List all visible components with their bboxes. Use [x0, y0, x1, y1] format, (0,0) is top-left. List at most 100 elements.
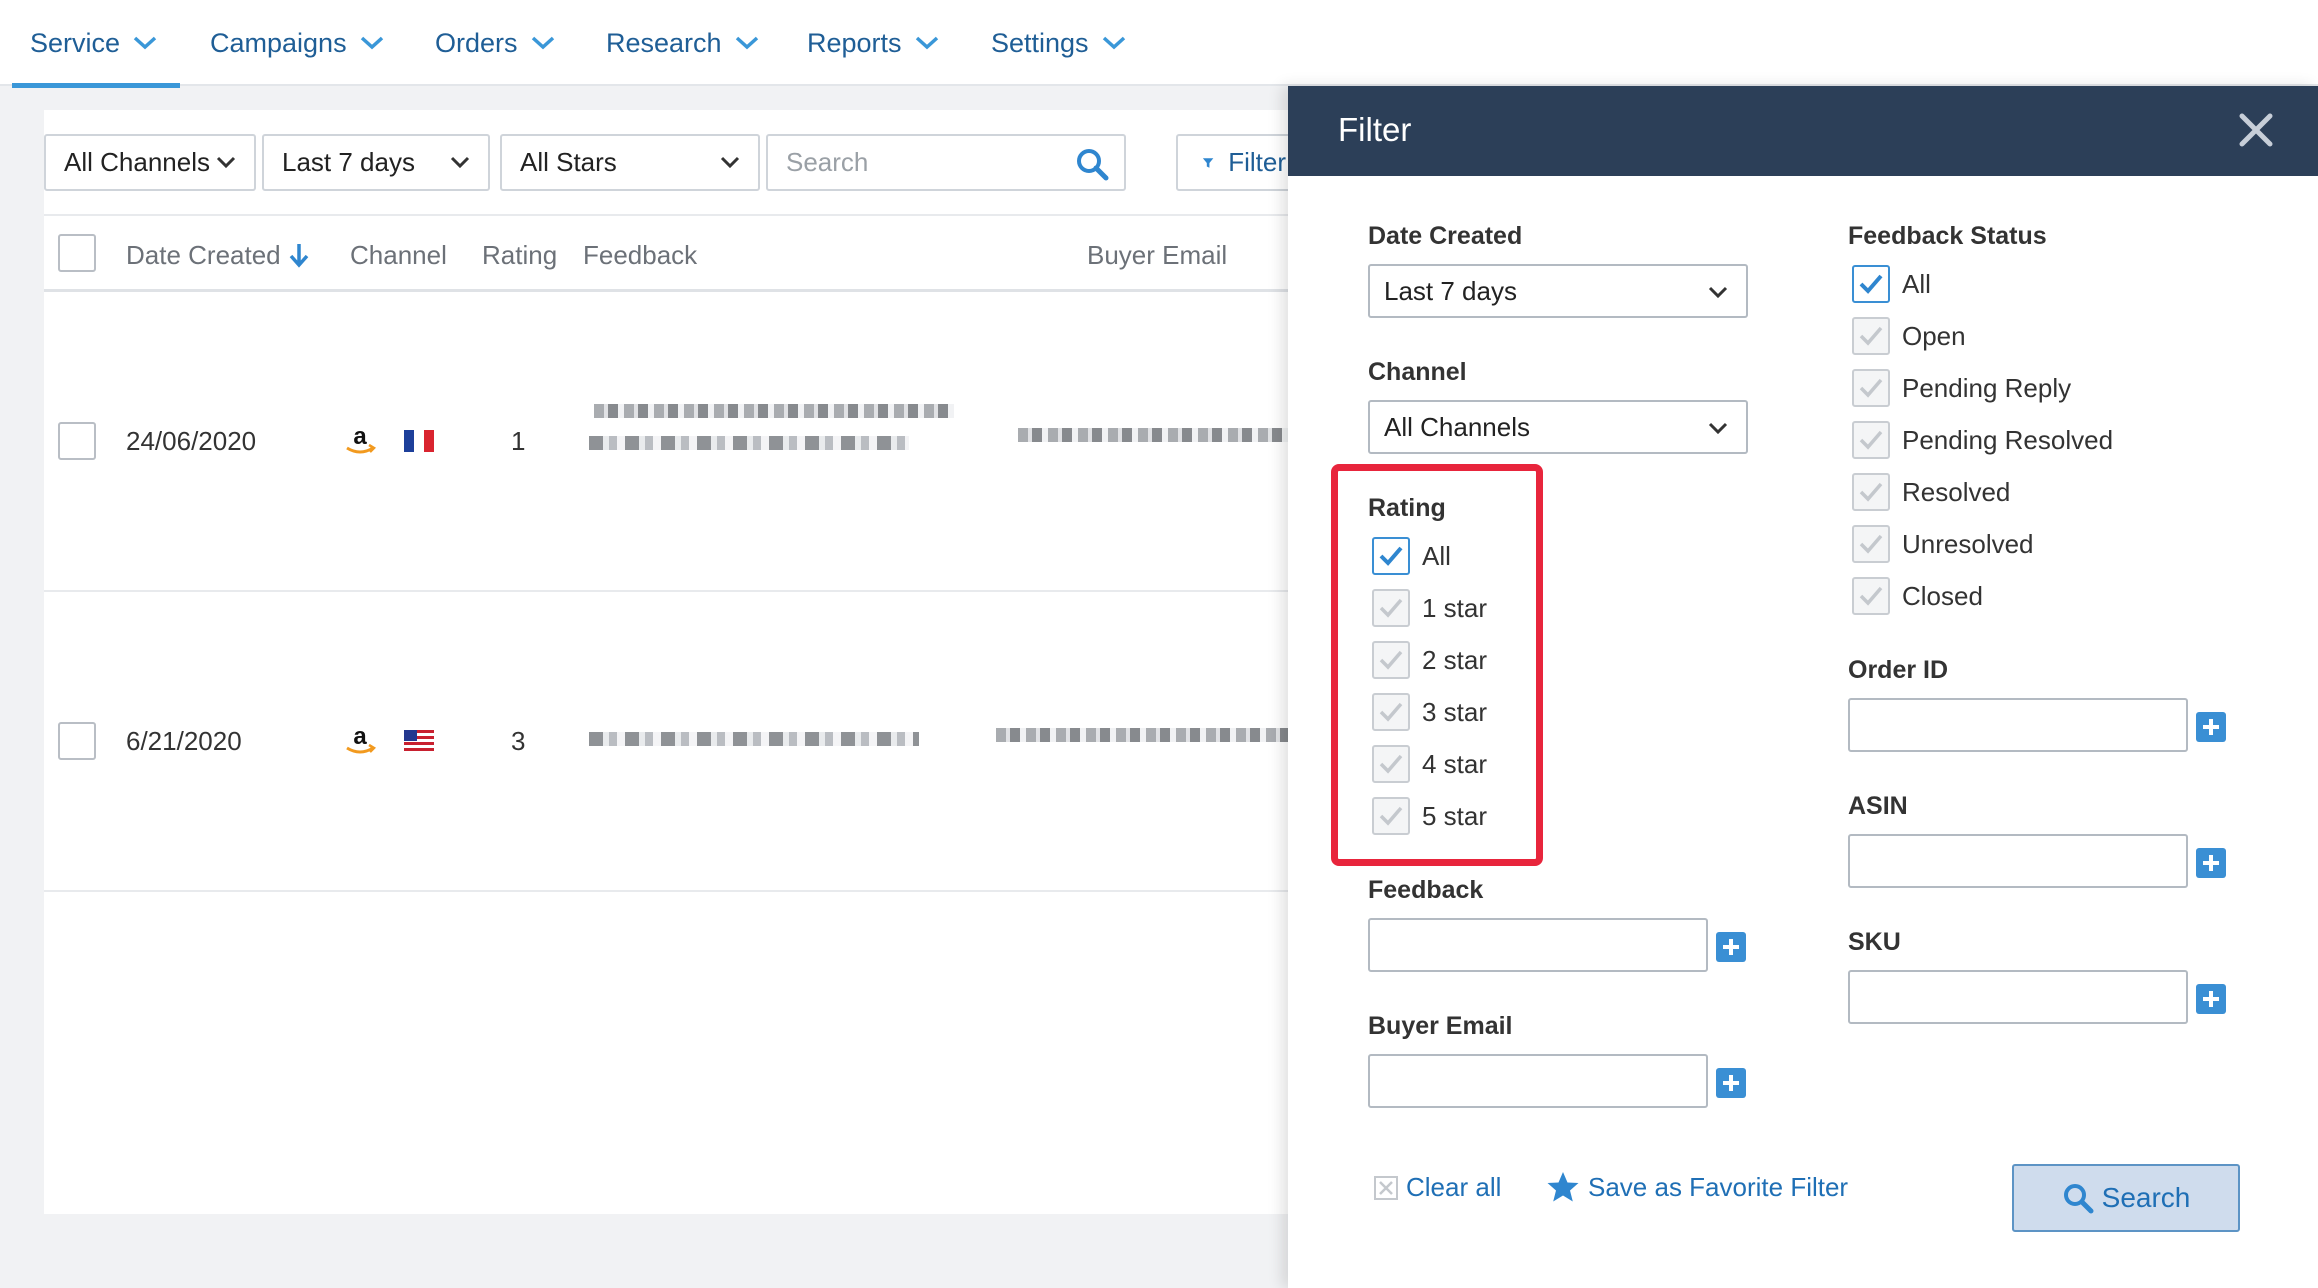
search-input[interactable]: Search [766, 134, 1126, 191]
date-created-label: Date Created [1368, 222, 1523, 250]
col-channel[interactable]: Channel [350, 240, 447, 271]
nav-reports[interactable]: Reports [807, 0, 940, 86]
chevron-down-icon [531, 36, 554, 50]
filter-button[interactable]: Filter [1176, 134, 1306, 191]
rating-3-star-checkbox[interactable]: 3 star [1372, 693, 1487, 731]
add-sku-plus-icon[interactable] [2196, 984, 2226, 1014]
col-date-created[interactable]: Date Created [126, 240, 310, 271]
row-date: 24/06/2020 [126, 426, 257, 456]
select-all-checkbox[interactable] [58, 234, 96, 272]
status-resolved-label: Resolved [1902, 476, 2011, 507]
status-resolved-checkbox[interactable]: Resolved [1852, 473, 2010, 511]
nav-research[interactable]: Research [606, 0, 760, 86]
asin-label: ASIN [1848, 792, 1908, 820]
checkbox-box [1372, 537, 1410, 575]
add-asin-plus-icon[interactable] [2196, 848, 2226, 878]
channel-filter-select[interactable]: All Channels [1368, 400, 1748, 454]
rating-5-star-label: 5 star [1422, 800, 1488, 831]
status-open-label: Open [1902, 320, 1966, 351]
date-select[interactable]: Last 7 days [262, 134, 490, 191]
add-feedback-plus-icon[interactable] [1716, 932, 1746, 962]
search-icon [2063, 1184, 2094, 1214]
rating-3-star-label: 3 star [1422, 696, 1488, 727]
add-order-id-plus-icon[interactable] [2196, 712, 2226, 742]
redacted-buyer-email [1018, 428, 1288, 442]
rating-all-checkbox[interactable]: All [1372, 537, 1451, 575]
rating-1-star-checkbox[interactable]: 1 star [1372, 589, 1487, 627]
france-flag-icon [404, 430, 434, 452]
status-all-checkbox[interactable]: All [1852, 265, 1931, 303]
amazon-icon: a [346, 423, 377, 454]
rating-label: Rating [1368, 494, 1446, 522]
clear-all-link[interactable]: Clear all [1374, 1172, 1501, 1203]
nav-service[interactable]: Service [11, 0, 181, 88]
rating-4-star-checkbox[interactable]: 4 star [1372, 745, 1487, 783]
row-date: 6/21/2020 [126, 726, 242, 756]
table-row[interactable]: 24/06/2020 a 1 [44, 294, 1294, 592]
check-icon [1379, 754, 1403, 774]
check-icon [1859, 482, 1883, 502]
filter-panel-header: Filter [1288, 86, 2318, 176]
sku-input[interactable] [1848, 970, 2188, 1024]
chevron-down-icon [915, 36, 938, 50]
check-icon [1379, 546, 1403, 566]
channel-select-value: All Channels [64, 147, 210, 177]
order-id-label: Order ID [1848, 656, 1949, 684]
status-unresolved-checkbox[interactable]: Unresolved [1852, 525, 2034, 563]
chevron-down-icon [735, 36, 758, 50]
status-pending-resolved-checkbox[interactable]: Pending Resolved [1852, 421, 2113, 459]
check-icon [1379, 598, 1403, 618]
check-icon [1859, 378, 1883, 398]
svg-text:a: a [353, 423, 367, 450]
row-checkbox[interactable] [58, 422, 96, 460]
nav-campaigns-label: Campaigns [210, 27, 347, 58]
search-icon[interactable] [1074, 146, 1110, 182]
row-checkbox[interactable] [58, 722, 96, 760]
feedback-list-card: All Channels Last 7 days All Stars Searc… [44, 110, 1306, 1214]
rating-2-star-checkbox[interactable]: 2 star [1372, 641, 1487, 679]
nav-orders[interactable]: Orders [435, 0, 556, 86]
checkbox-box [1852, 473, 1890, 511]
col-rating[interactable]: Rating [482, 240, 557, 271]
clear-all-label: Clear all [1406, 1172, 1502, 1202]
date-select-value: Last 7 days [282, 147, 415, 177]
channel-filter-value: All Channels [1384, 411, 1530, 442]
chevron-down-icon [216, 156, 236, 169]
col-feedback[interactable]: Feedback [583, 240, 697, 271]
chevron-down-icon [133, 36, 157, 50]
search-button[interactable]: Search [2012, 1164, 2240, 1232]
status-closed-checkbox[interactable]: Closed [1852, 577, 1983, 615]
order-id-input[interactable] [1848, 698, 2188, 752]
add-buyer-email-plus-icon[interactable] [1716, 1068, 1746, 1098]
check-icon [1859, 326, 1883, 346]
nav-settings[interactable]: Settings [991, 0, 1127, 86]
asin-input[interactable] [1848, 834, 2188, 888]
buyer-email-input[interactable] [1368, 1054, 1708, 1108]
check-icon [1859, 274, 1883, 294]
feedback-status-label: Feedback Status [1848, 222, 2047, 250]
channel-select[interactable]: All Channels [44, 134, 256, 191]
nav-campaigns[interactable]: Campaigns [210, 0, 385, 86]
close-icon[interactable] [2236, 110, 2276, 150]
save-favorite-filter-link[interactable]: Save as Favorite Filter [1546, 1170, 1848, 1204]
search-button-label: Search [2101, 1182, 2191, 1213]
date-created-select[interactable]: Last 7 days [1368, 264, 1748, 318]
rating-2-star-label: 2 star [1422, 644, 1488, 675]
nav-orders-label: Orders [435, 27, 518, 58]
feedback-input[interactable] [1368, 918, 1708, 972]
rating-5-star-checkbox[interactable]: 5 star [1372, 797, 1487, 835]
status-pending-reply-checkbox[interactable]: Pending Reply [1852, 369, 2071, 407]
status-open-checkbox[interactable]: Open [1852, 317, 1966, 355]
status-closed-label: Closed [1902, 580, 1983, 611]
checkbox-box [1852, 421, 1890, 459]
check-icon [1379, 806, 1403, 826]
checkbox-box [1372, 589, 1410, 627]
checkbox-box [1852, 369, 1890, 407]
table-row[interactable]: 6/21/2020 a 3 [44, 594, 1294, 892]
chevron-down-icon [1708, 422, 1728, 435]
stars-select[interactable]: All Stars [500, 134, 760, 191]
chevron-down-icon [1708, 286, 1728, 299]
col-buyer-email[interactable]: Buyer Email [1087, 240, 1227, 271]
nav-settings-label: Settings [991, 27, 1089, 58]
checkbox-box [1852, 317, 1890, 355]
